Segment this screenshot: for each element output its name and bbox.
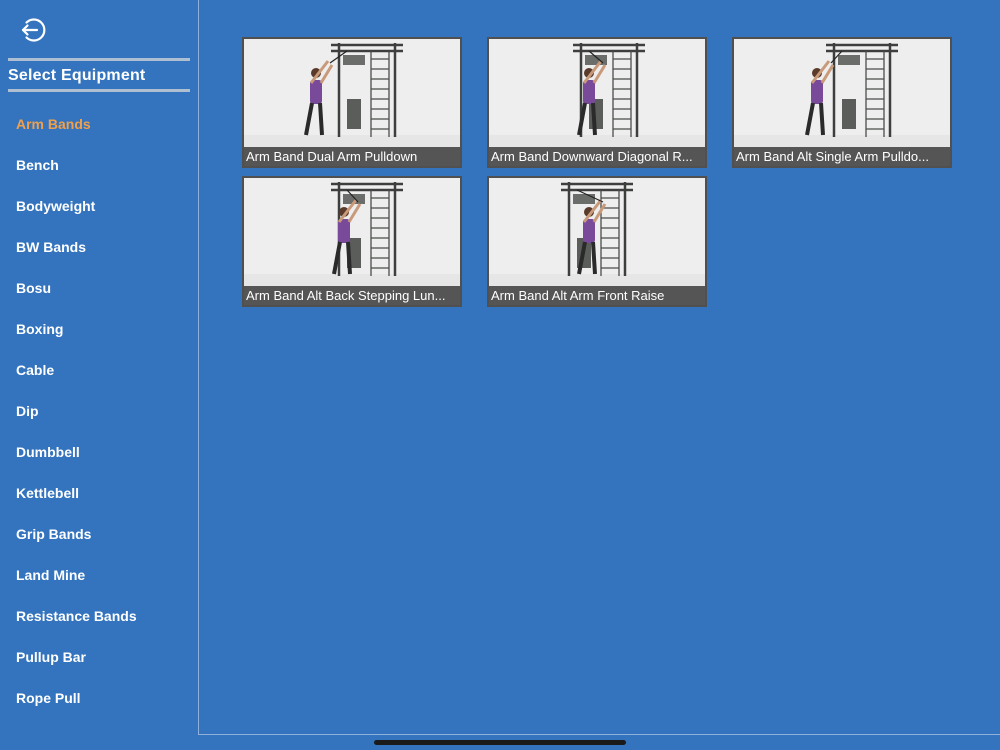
sidebar-item-land-mine[interactable]: Land Mine [16, 565, 137, 606]
sidebar-item-cable[interactable]: Cable [16, 360, 137, 401]
back-button[interactable] [18, 15, 48, 45]
sidebar-item-grip-bands[interactable]: Grip Bands [16, 524, 137, 565]
exercise-caption: Arm Band Downward Diagonal R... [489, 147, 705, 166]
exercise-thumbnail-image [489, 178, 705, 288]
sidebar-item-bw-bands[interactable]: BW Bands [16, 237, 137, 278]
sidebar-item-pullup-bar[interactable]: Pullup Bar [16, 647, 137, 688]
equipment-sidebar: Select Equipment Arm Bands Bench Bodyweigh… [0, 0, 199, 734]
sidebar-item-rope-pull[interactable]: Rope Pull [16, 688, 137, 729]
title-divider-top [8, 58, 190, 61]
sidebar-item-bench[interactable]: Bench [16, 155, 137, 196]
sidebar-item-boxing[interactable]: Boxing [16, 319, 137, 360]
sidebar-item-resistance-bands[interactable]: Resistance Bands [16, 606, 137, 647]
exercise-tile[interactable]: Arm Band Dual Arm Pulldown [242, 37, 462, 168]
exercise-tile[interactable]: Arm Band Alt Arm Front Raise [487, 176, 707, 307]
exercise-tile[interactable]: Arm Band Alt Single Arm Pulldo... [732, 37, 952, 168]
back-arrow-circle-icon [21, 18, 46, 42]
sidebar-title: Select Equipment [8, 67, 146, 84]
exercise-caption: Arm Band Alt Back Stepping Lun... [244, 286, 460, 305]
sidebar-item-bosu[interactable]: Bosu [16, 278, 137, 319]
exercise-thumbnail-image [489, 39, 705, 149]
content-bottom-border [198, 734, 1000, 735]
sidebar-item-dumbbell[interactable]: Dumbbell [16, 442, 137, 483]
exercise-thumbnail-image [244, 39, 460, 149]
sidebar-item-arm-bands[interactable]: Arm Bands [16, 114, 137, 155]
exercise-caption: Arm Band Alt Single Arm Pulldo... [734, 147, 950, 166]
exercise-tile[interactable]: Arm Band Alt Back Stepping Lun... [242, 176, 462, 307]
exercise-caption: Arm Band Dual Arm Pulldown [244, 147, 460, 166]
sidebar-item-kettlebell[interactable]: Kettlebell [16, 483, 137, 524]
title-divider-bottom [8, 89, 190, 92]
sidebar-item-bodyweight[interactable]: Bodyweight [16, 196, 137, 237]
exercise-thumbnail-image [734, 39, 950, 149]
exercise-tile[interactable]: Arm Band Downward Diagonal R... [487, 37, 707, 168]
equipment-list: Arm Bands Bench Bodyweight BW Bands Bosu Boxi… [16, 114, 137, 729]
exercise-caption: Arm Band Alt Arm Front Raise [489, 286, 705, 305]
exercise-thumbnail-image [244, 178, 460, 288]
sidebar-item-dip[interactable]: Dip [16, 401, 137, 442]
exercise-grid: Arm Band Dual Arm Pulldown Arm Band Down… [242, 37, 962, 317]
home-indicator[interactable] [374, 740, 626, 745]
